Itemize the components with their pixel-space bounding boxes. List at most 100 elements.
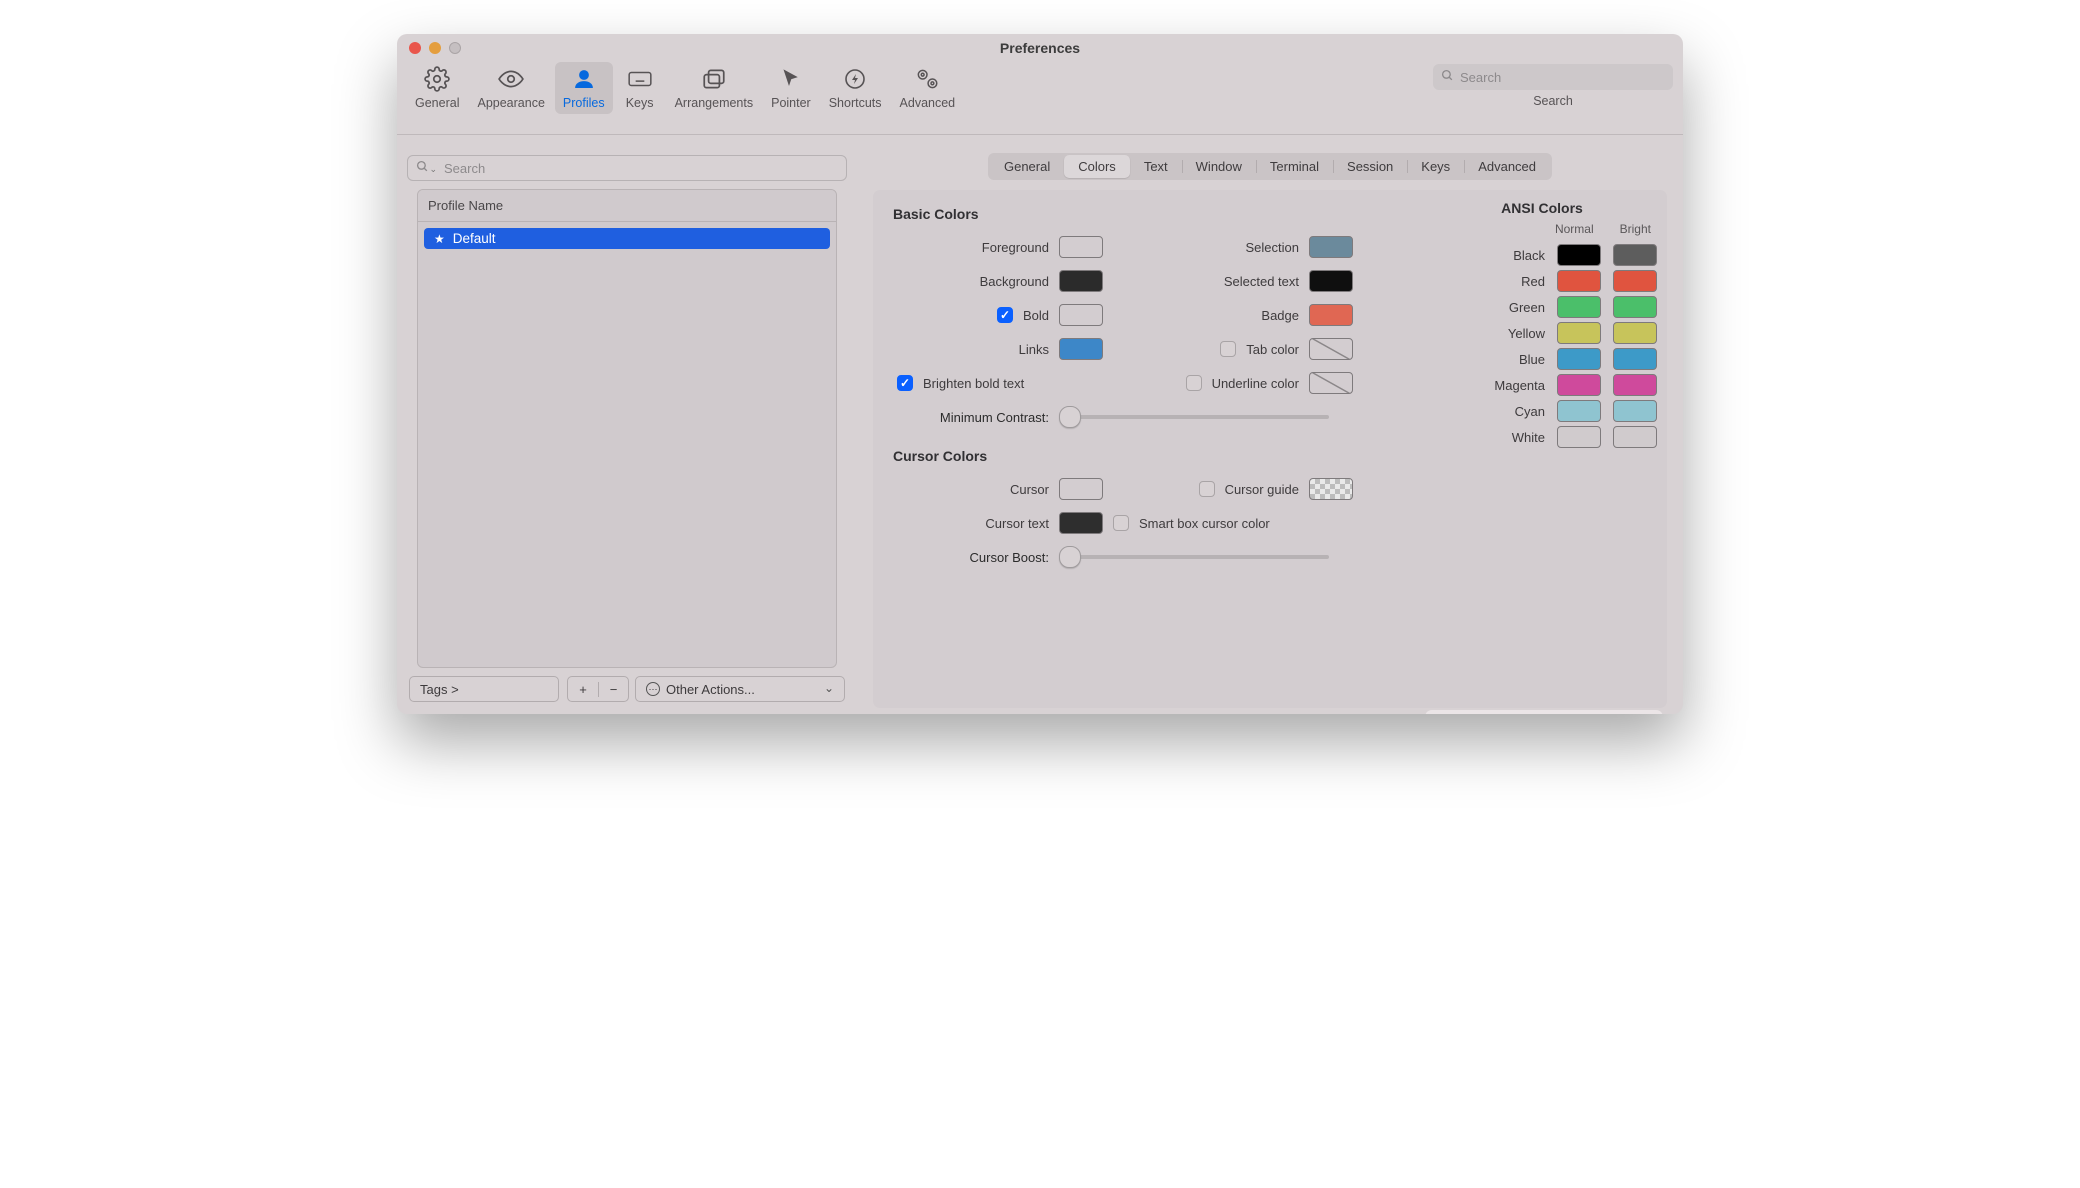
ansi-blue-normal-swatch[interactable] <box>1557 348 1601 370</box>
colors-main-column: Basic Colors Foreground Background <box>883 200 1417 698</box>
underline-color-checkbox[interactable] <box>1186 375 1202 391</box>
other-actions-label: Other Actions... <box>666 682 755 697</box>
ansi-green-bright-swatch[interactable] <box>1613 296 1657 318</box>
ansi-red-bright-swatch[interactable] <box>1613 270 1657 292</box>
ansi-magenta-bright-swatch[interactable] <box>1613 374 1657 396</box>
smart-box-label: Smart box cursor color <box>1139 516 1270 531</box>
profile-row-default[interactable]: ★ Default <box>424 228 830 249</box>
toolbar-item-shortcuts[interactable]: Shortcuts <box>821 62 890 114</box>
badge-swatch[interactable] <box>1309 304 1353 326</box>
remove-profile-button[interactable]: − <box>598 682 628 697</box>
tags-button[interactable]: Tags > <box>409 676 559 702</box>
selection-label: Selection <box>1246 240 1299 255</box>
cursor-guide-swatch[interactable] <box>1309 478 1353 500</box>
ansi-cyan-normal-swatch[interactable] <box>1557 400 1601 422</box>
cursor-text-label: Cursor text <box>985 516 1049 531</box>
toolbar-label: Pointer <box>771 96 811 110</box>
ansi-row-label: Red <box>1521 274 1545 289</box>
tab-window[interactable]: Window <box>1182 155 1256 178</box>
tab-color-swatch[interactable] <box>1309 338 1353 360</box>
ansi-cyan-bright-swatch[interactable] <box>1613 400 1657 422</box>
toolbar-label: Shortcuts <box>829 96 882 110</box>
ansi-blue-bright-swatch[interactable] <box>1613 348 1657 370</box>
ansi-row-label: Magenta <box>1494 378 1545 393</box>
foreground-label: Foreground <box>982 240 1049 255</box>
ansi-white-bright-swatch[interactable] <box>1613 426 1657 448</box>
zoom-window-button[interactable] <box>449 42 461 54</box>
foreground-swatch[interactable] <box>1059 236 1103 258</box>
profile-tabs: General Colors Text Window Terminal Sess… <box>988 153 1552 180</box>
profile-search-placeholder: Search <box>444 161 485 176</box>
other-actions-dropdown[interactable]: ⋯ Other Actions... <box>635 676 845 702</box>
ansi-black-bright-swatch[interactable] <box>1613 244 1657 266</box>
ansi-normal-header: Normal <box>1555 222 1594 236</box>
cursor-colors-title: Cursor Colors <box>893 448 1417 464</box>
toolbar-item-profiles[interactable]: Profiles <box>555 62 613 114</box>
toolbar-item-arrangements[interactable]: Arrangements <box>667 62 762 114</box>
cursor-boost-slider[interactable] <box>1059 555 1329 559</box>
ansi-green-normal-swatch[interactable] <box>1557 296 1601 318</box>
bolt-icon <box>843 64 867 94</box>
gear-icon <box>424 64 450 94</box>
toolbar-label: Advanced <box>900 96 956 110</box>
tab-text[interactable]: Text <box>1130 155 1182 178</box>
ansi-row-black: Black <box>1427 242 1657 268</box>
close-window-button[interactable] <box>409 42 421 54</box>
selection-swatch[interactable] <box>1309 236 1353 258</box>
cursor-text-swatch[interactable] <box>1059 512 1103 534</box>
profile-list-header: Profile Name <box>418 190 836 222</box>
colors-groupbox: Basic Colors Foreground Background <box>873 190 1667 708</box>
smart-box-checkbox[interactable] <box>1113 515 1129 531</box>
search-icon <box>416 160 429 176</box>
tab-terminal[interactable]: Terminal <box>1256 155 1333 178</box>
ansi-yellow-bright-swatch[interactable] <box>1613 322 1657 344</box>
ansi-red-normal-swatch[interactable] <box>1557 270 1601 292</box>
tab-session[interactable]: Session <box>1333 155 1407 178</box>
bold-checkbox[interactable] <box>997 307 1013 323</box>
brighten-bold-checkbox[interactable] <box>897 375 913 391</box>
ansi-yellow-normal-swatch[interactable] <box>1557 322 1601 344</box>
ansi-white-normal-swatch[interactable] <box>1557 426 1601 448</box>
window-title: Preferences <box>397 40 1683 56</box>
minimum-contrast-slider[interactable] <box>1059 415 1329 419</box>
toolbar-item-advanced[interactable]: Advanced <box>892 62 964 114</box>
ansi-magenta-normal-swatch[interactable] <box>1557 374 1601 396</box>
ellipsis-icon: ⋯ <box>646 682 660 696</box>
windows-icon <box>700 64 728 94</box>
tab-general[interactable]: General <box>990 155 1064 178</box>
toolbar-item-general[interactable]: General <box>407 62 467 114</box>
tab-colors[interactable]: Colors <box>1064 155 1130 178</box>
toolbar-item-pointer[interactable]: Pointer <box>763 62 819 114</box>
ansi-black-normal-swatch[interactable] <box>1557 244 1601 266</box>
tab-color-checkbox[interactable] <box>1220 341 1236 357</box>
ansi-row-blue: Blue <box>1427 346 1657 372</box>
add-profile-button[interactable]: + <box>568 682 598 697</box>
bold-swatch[interactable] <box>1059 304 1103 326</box>
toolbar-item-appearance[interactable]: Appearance <box>469 62 552 114</box>
keyboard-icon <box>625 64 655 94</box>
brighten-bold-label: Brighten bold text <box>923 376 1024 391</box>
traffic-lights <box>409 42 461 54</box>
selected-text-swatch[interactable] <box>1309 270 1353 292</box>
links-swatch[interactable] <box>1059 338 1103 360</box>
toolbar-label: General <box>415 96 459 110</box>
underline-color-swatch[interactable] <box>1309 372 1353 394</box>
basic-colors-title: Basic Colors <box>893 206 1417 222</box>
sidebar-bottom-bar: Tags > + − ⋯ Other Actions... <box>407 676 847 704</box>
tab-keys[interactable]: Keys <box>1407 155 1464 178</box>
minimize-window-button[interactable] <box>429 42 441 54</box>
background-swatch[interactable] <box>1059 270 1103 292</box>
tab-advanced[interactable]: Advanced <box>1464 155 1550 178</box>
eye-icon <box>496 64 526 94</box>
underline-color-label: Underline color <box>1212 376 1299 391</box>
settings-panel: General Colors Text Window Terminal Sess… <box>867 135 1673 714</box>
ansi-row-label: Yellow <box>1508 326 1545 341</box>
profile-row-label: Default <box>453 231 496 246</box>
toolbar-item-keys[interactable]: Keys <box>615 62 665 114</box>
toolbar-search-field[interactable]: Search <box>1433 64 1673 90</box>
cursor-guide-checkbox[interactable] <box>1199 481 1215 497</box>
gears-icon <box>912 64 942 94</box>
cursor-label: Cursor <box>1010 482 1049 497</box>
profile-search-field[interactable]: Search <box>407 155 847 181</box>
cursor-swatch[interactable] <box>1059 478 1103 500</box>
